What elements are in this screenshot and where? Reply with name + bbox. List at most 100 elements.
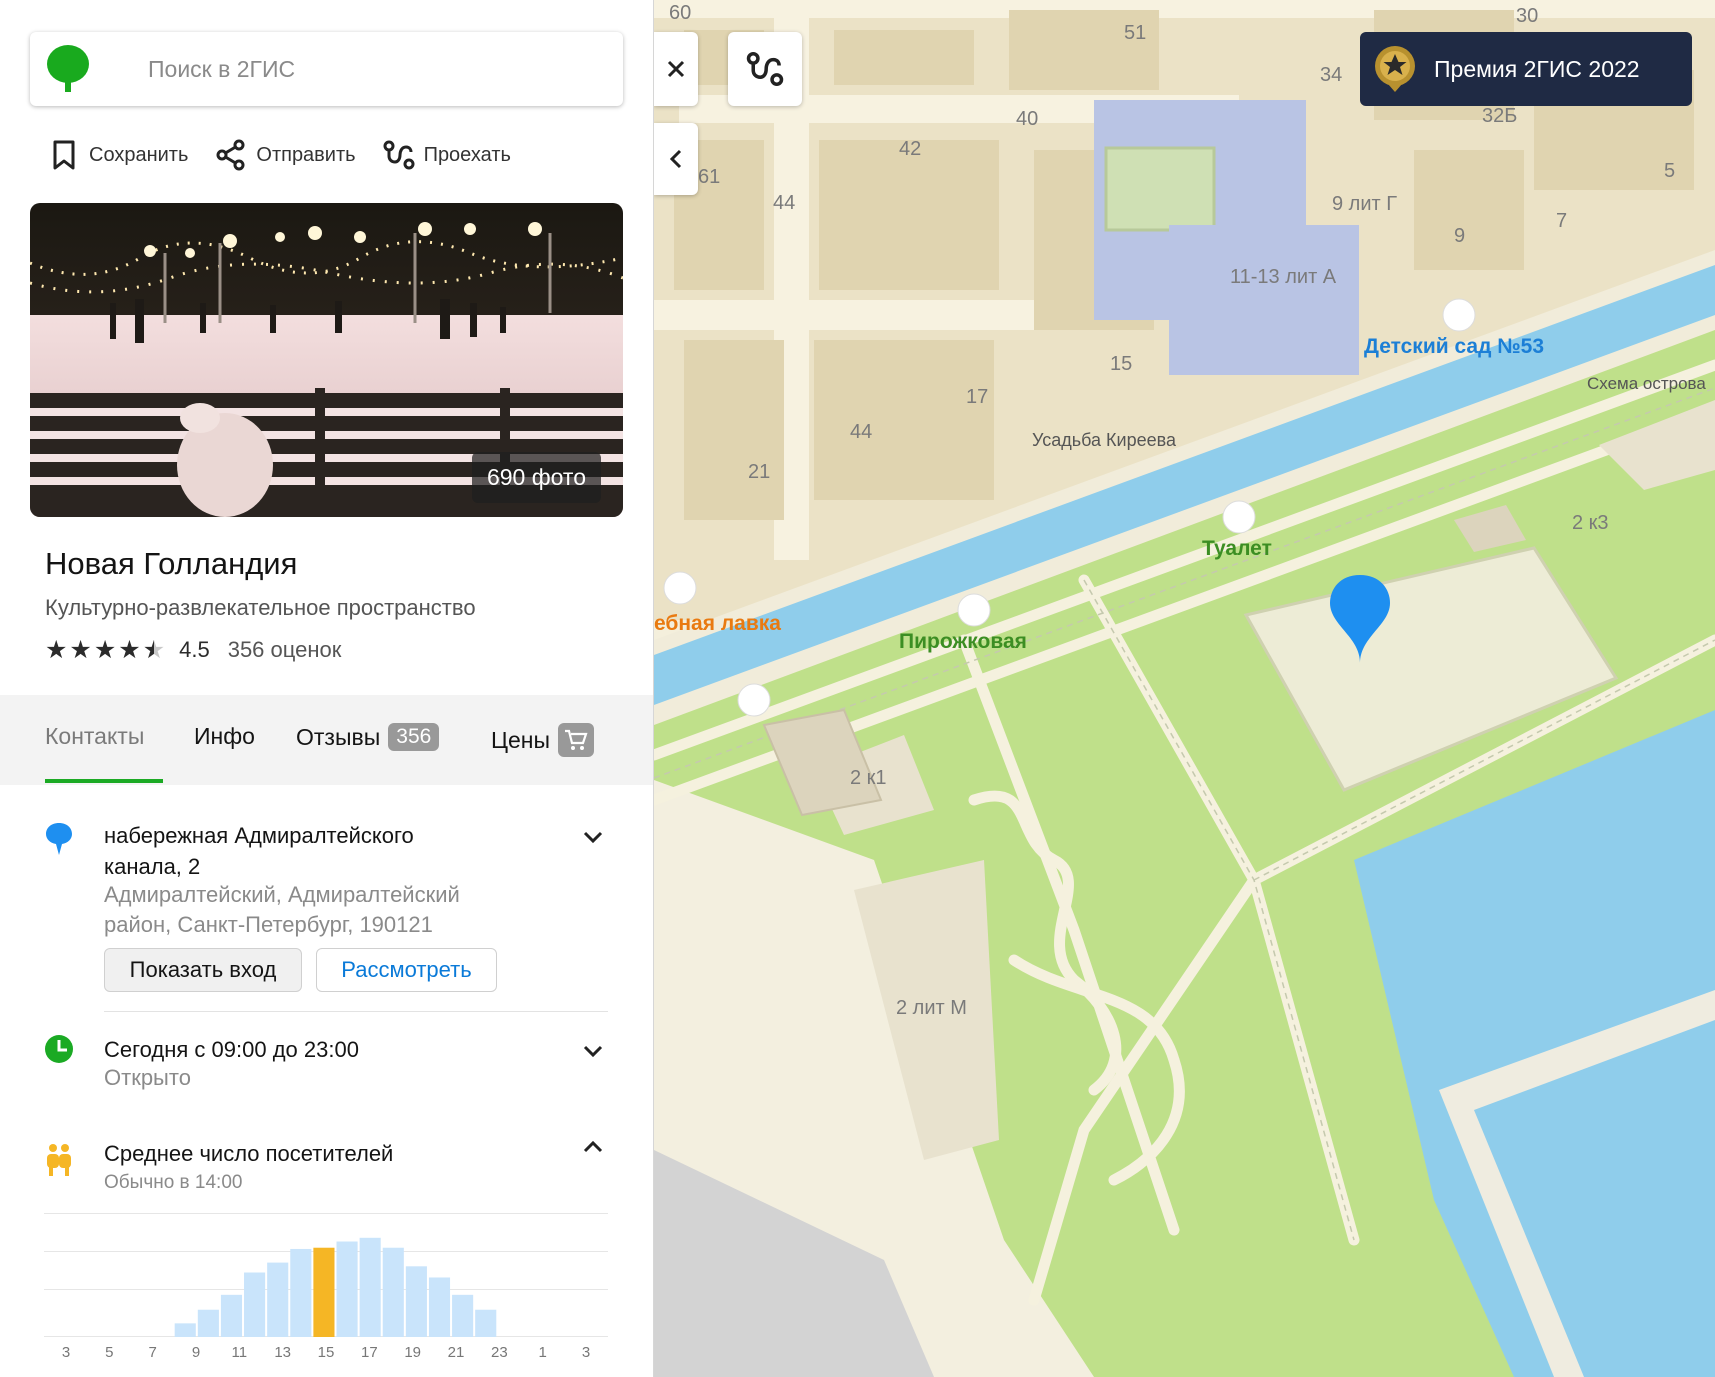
building-number: 2 к1 xyxy=(850,767,887,789)
building-number: 40 xyxy=(1016,108,1039,130)
histogram-bar[interactable] xyxy=(359,1237,381,1337)
tab-info[interactable]: Инфо xyxy=(194,723,255,750)
histogram-hour-label: 21 xyxy=(447,1344,465,1361)
histogram-bar[interactable] xyxy=(428,1277,451,1337)
rating-count[interactable]: 356 оценок xyxy=(228,637,342,663)
building-number: 30 xyxy=(1516,5,1539,27)
tab-contacts-label: Контакты xyxy=(45,723,145,749)
histogram-bar[interactable] xyxy=(452,1294,474,1337)
chevron-down-icon[interactable] xyxy=(578,1036,608,1066)
histogram-bar[interactable] xyxy=(244,1272,266,1337)
histogram-bar[interactable] xyxy=(174,1323,196,1337)
share-icon xyxy=(216,139,245,171)
tabs-bar: Контакты Инфо Отзывы 356 Цены xyxy=(0,695,653,785)
histogram-hour-labels: 3 5 7 9 11 13 15 17 19 21 23 1 3 xyxy=(44,1344,608,1364)
tab-contacts[interactable]: Контакты xyxy=(45,723,144,750)
histogram-hour-label: 3 xyxy=(61,1344,71,1361)
star-icon: ★ xyxy=(45,635,68,664)
address-line1[interactable]: набережная Адмиралтейского xyxy=(104,820,414,851)
map[interactable]: 60 51 30 34 40 42 32Б 5 61 44 9 лит Г 9 … xyxy=(654,0,1715,1377)
show-entrance-button[interactable]: Показать вход xyxy=(104,948,302,992)
address-line2[interactable]: канала, 2 xyxy=(104,851,200,882)
tab-reviews[interactable]: Отзывы 356 xyxy=(296,723,440,751)
building-number: 34 xyxy=(1320,64,1343,86)
histogram-bar[interactable] xyxy=(290,1248,312,1337)
tab-prices[interactable]: Цены xyxy=(491,723,595,757)
building-number: 5 xyxy=(1664,160,1676,182)
building-number: 11-13 лит А xyxy=(1230,266,1337,288)
histogram-hour-label: 9 xyxy=(191,1344,201,1361)
address-district2: район, Санкт-Петербург, 190121 xyxy=(104,912,433,937)
map-canvas xyxy=(654,0,1715,1377)
histogram-bar[interactable] xyxy=(267,1262,289,1337)
address-district1: Адмиралтейский, Адмиралтейский xyxy=(104,882,460,907)
hours-today[interactable]: Сегодня с 09:00 до 23:00 xyxy=(104,1034,359,1065)
star-icon: ★ xyxy=(93,635,117,664)
location-pin-icon xyxy=(46,823,72,855)
save-button[interactable]: Сохранить xyxy=(47,138,188,172)
star-icon: ★ xyxy=(69,635,92,664)
poi-fish-shop[interactable]: ебная лавка xyxy=(654,612,781,636)
reviews-count-badge: 356 xyxy=(388,723,440,751)
poi-estate[interactable]: Усадьба Киреева xyxy=(1032,430,1176,451)
histogram-bar[interactable] xyxy=(405,1266,427,1337)
view-button[interactable]: Рассмотреть xyxy=(316,948,497,992)
histogram-bar[interactable] xyxy=(197,1309,219,1337)
building-number: 7 xyxy=(1556,210,1568,232)
chevron-down-icon[interactable] xyxy=(578,822,608,852)
photo-count-badge[interactable]: 690 фото xyxy=(471,452,601,503)
histogram-bar[interactable] xyxy=(475,1309,497,1337)
histogram-hour-label: 15 xyxy=(317,1344,335,1361)
half-star-icon: ★ xyxy=(142,635,166,664)
poi-island-map[interactable]: Схема острова xyxy=(1587,374,1706,394)
clock-icon xyxy=(45,1035,73,1063)
close-panel-button[interactable] xyxy=(654,32,698,106)
route-map-button[interactable] xyxy=(728,32,802,106)
histogram-bar-current[interactable] xyxy=(313,1247,335,1337)
visitors-subtitle: Обычно в 14:00 xyxy=(104,1172,243,1193)
search-input[interactable] xyxy=(148,55,568,83)
cart-icon xyxy=(558,723,595,757)
building-number: 2 к3 xyxy=(1572,512,1609,534)
collapse-panel-button[interactable] xyxy=(654,123,698,195)
building-number: 32Б xyxy=(1482,105,1518,127)
histogram-hour-label: 5 xyxy=(105,1344,114,1361)
place-title: Новая Голландия xyxy=(45,546,298,581)
award-banner[interactable]: Премия 2ГИС 2022 xyxy=(1360,32,1692,106)
chevron-up-icon[interactable] xyxy=(578,1132,608,1162)
rating-row[interactable]: ★ ★ ★ ★ ★ 4.5 356 оценок xyxy=(45,637,341,663)
histogram-bar[interactable] xyxy=(220,1294,243,1337)
route-icon xyxy=(746,51,784,87)
histogram-hour-label: 1 xyxy=(538,1344,547,1361)
active-tab-indicator xyxy=(45,779,163,783)
building-number: 44 xyxy=(773,192,796,214)
award-label: Премия 2ГИС 2022 xyxy=(1434,55,1640,82)
place-category: Культурно-развлекательное пространство xyxy=(45,595,476,620)
building-number: 21 xyxy=(748,461,771,483)
visitors-icon xyxy=(47,1144,71,1176)
tab-reviews-label: Отзывы xyxy=(296,723,381,750)
histogram-bar[interactable] xyxy=(336,1241,358,1337)
star-icon: ★ xyxy=(118,635,141,664)
award-medal-icon xyxy=(1375,46,1415,92)
poi-kindergarten[interactable]: Детский сад №53 xyxy=(1364,335,1544,359)
building-number: 17 xyxy=(966,386,989,408)
tab-info-label: Инфо xyxy=(194,723,255,749)
share-button[interactable]: Отправить xyxy=(214,138,356,172)
rating-value: 4.5 xyxy=(179,637,210,662)
histogram-hour-label: 13 xyxy=(274,1344,291,1361)
building-number: 42 xyxy=(899,138,922,160)
tab-prices-label: Цены xyxy=(491,726,551,753)
histogram-bar[interactable] xyxy=(382,1247,404,1337)
place-panel: Сохранить Отправить Проехать xyxy=(0,0,654,1377)
route-button[interactable]: Проехать xyxy=(382,138,511,172)
place-photo[interactable]: 690 фото xyxy=(30,203,623,517)
visitors-title: Среднее число посетителей xyxy=(104,1141,394,1166)
building-number: 15 xyxy=(1110,353,1133,375)
poi-toilet[interactable]: Туалет xyxy=(1202,537,1272,561)
histogram-hour-label: 3 xyxy=(581,1344,591,1361)
bookmark-icon xyxy=(53,140,75,170)
close-icon xyxy=(667,60,685,78)
poi-bakery[interactable]: Пирожковая xyxy=(899,630,1027,654)
search-box[interactable] xyxy=(30,32,623,106)
